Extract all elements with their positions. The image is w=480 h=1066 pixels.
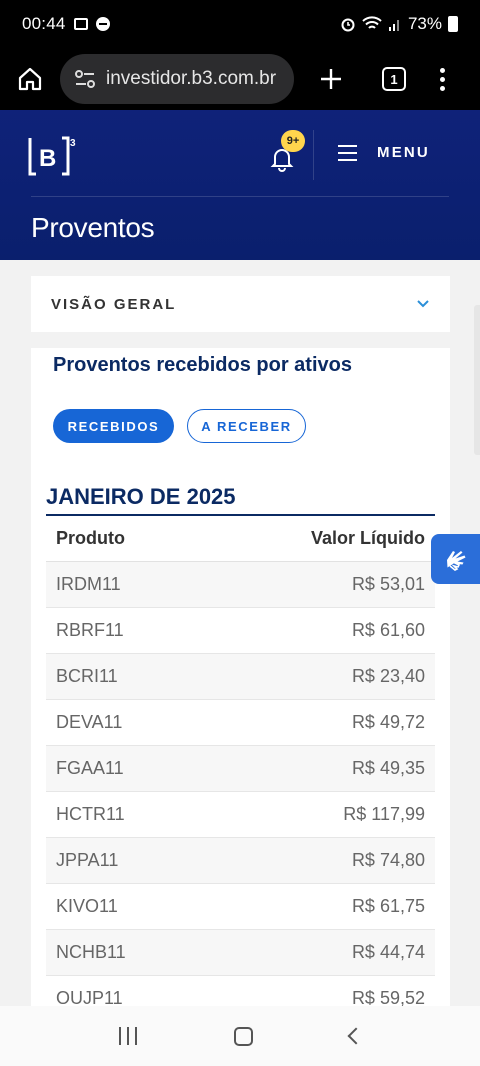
row-value: R$ 44,74: [351, 942, 425, 962]
table-row: HCTR11 R$ 117,99: [46, 792, 435, 838]
table-row: FGAA11 R$ 49,35: [46, 746, 435, 792]
overview-label: VISÃO GERAL: [51, 295, 177, 313]
menu-button[interactable]: MENU: [338, 144, 430, 161]
card-heading: Proventos recebidos por ativos: [53, 354, 352, 376]
column-header-value: Valor Líquido: [310, 528, 425, 548]
plus-icon: [321, 69, 341, 89]
battery-icon: [448, 16, 458, 32]
hamburger-icon: [338, 144, 357, 161]
row-product: NCHB11: [56, 942, 126, 962]
table-body: IRDM11 R$ 53,01 RBRF11 R$ 61,60 BCRI11 R$ 2…: [46, 562, 435, 1022]
table-row: NCHB11 R$ 44,74: [46, 930, 435, 976]
table-row: BCRI11 R$ 23,40: [46, 654, 435, 700]
row-product: IRDM11: [56, 574, 121, 594]
address-bar[interactable]: investidor.b3.com.br: [60, 54, 294, 104]
home-button[interactable]: [14, 63, 46, 95]
overview-dropdown[interactable]: VISÃO GERAL: [31, 276, 450, 332]
chevron-down-icon: [417, 300, 429, 308]
row-product: RBRF11: [56, 620, 124, 640]
status-bar: 00:44 73%: [0, 0, 480, 48]
row-product: DEVA11: [56, 712, 123, 732]
tab-recebidos[interactable]: RECEBIDOS: [53, 409, 174, 443]
sign-language-icon: [446, 551, 465, 571]
tab-switcher-button[interactable]: 1: [382, 67, 406, 91]
screenshot-icon: [73, 18, 88, 30]
back-icon[interactable]: [347, 1027, 364, 1045]
svg-text:B: B: [39, 145, 56, 172]
home-icon: [18, 67, 42, 91]
url-text: investidor.b3.com.br: [106, 68, 277, 89]
row-product: KIVO11: [56, 896, 118, 916]
row-product: JPPA11: [56, 850, 119, 870]
month-title: JANEIRO DE 2025: [46, 484, 236, 509]
wifi-icon: [362, 16, 382, 29]
notification-badge: 9+: [281, 130, 305, 152]
system-nav-bar: [0, 1006, 480, 1066]
status-time: 00:44: [22, 14, 66, 33]
row-value: R$ 23,40: [351, 666, 425, 686]
table-header: Produto Valor Líquido: [46, 516, 435, 562]
row-value: R$ 117,99: [343, 804, 425, 824]
page-title: Proventos: [31, 212, 155, 243]
b3-logo[interactable]: B 3: [28, 134, 78, 178]
tab-a-receber[interactable]: A RECEBER: [187, 409, 306, 443]
row-value: R$ 61,60: [351, 620, 425, 640]
recents-icon[interactable]: [118, 1027, 137, 1045]
svg-text:3: 3: [70, 138, 76, 149]
home-nav-icon[interactable]: [233, 1026, 253, 1046]
row-product: BCRI11: [56, 666, 118, 686]
site-settings-icon[interactable]: [74, 69, 96, 89]
table-row: IRDM11 R$ 53,01: [46, 562, 435, 608]
alarm-icon: [341, 18, 355, 32]
menu-label: MENU: [377, 144, 430, 161]
signal-icon: [388, 20, 399, 31]
scroll-indicator: [474, 305, 480, 455]
site-header: B 3 9+ MENU Proventos: [0, 110, 480, 260]
row-value: R$ 49,72: [351, 712, 425, 732]
dnd-icon: [95, 17, 110, 31]
proventos-card: Proventos recebidos por ativos RECEBIDOS…: [31, 348, 450, 1048]
table-row: DEVA11 R$ 49,72: [46, 700, 435, 746]
browser-toolbar: investidor.b3.com.br 1: [0, 48, 480, 110]
table-row: JPPA11 R$ 74,80: [46, 838, 435, 884]
row-value: R$ 53,01: [351, 574, 425, 594]
column-header-product: Produto: [56, 528, 125, 548]
proventos-table: Produto Valor Líquido IRDM11 R$ 53,01 RBR…: [46, 516, 435, 1022]
row-value: R$ 61,75: [351, 896, 425, 916]
more-options-icon[interactable]: [440, 67, 445, 91]
table-row: KIVO11 R$ 61,75: [46, 884, 435, 930]
row-product: HCTR11: [56, 804, 125, 824]
battery-percent: 73%: [407, 14, 442, 33]
accessibility-button[interactable]: [431, 534, 480, 584]
table-row: RBRF11 R$ 61,60: [46, 608, 435, 654]
row-value: R$ 49,35: [351, 758, 425, 778]
row-product: FGAA11: [56, 758, 124, 778]
header-separator: [31, 196, 449, 197]
new-tab-button[interactable]: [316, 64, 346, 94]
header-divider: [313, 130, 314, 180]
row-value: R$ 74,80: [351, 850, 425, 870]
